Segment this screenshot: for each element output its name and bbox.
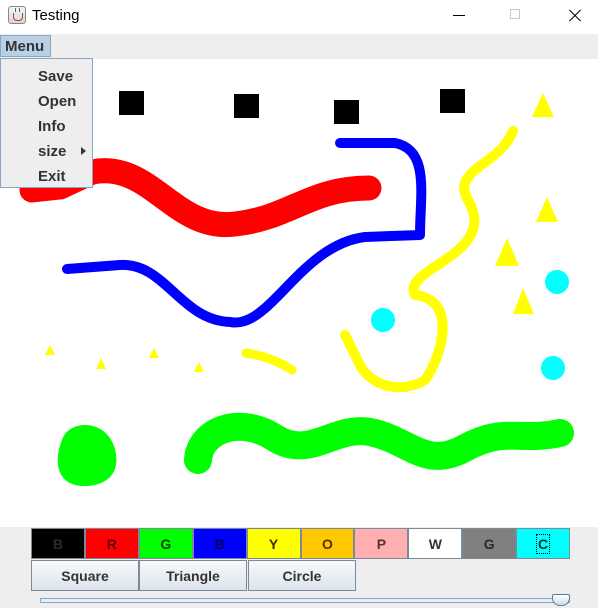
size-slider-thumb[interactable] [552, 594, 570, 606]
color-button-label: B [52, 535, 64, 552]
minimize-icon[interactable] [437, 0, 483, 32]
window-title: Testing [32, 7, 80, 24]
color-button-blue[interactable]: B [192, 528, 247, 559]
color-button-green[interactable]: G [138, 528, 193, 559]
color-button-orange[interactable]: O [300, 528, 355, 559]
color-button-label: C [536, 533, 551, 554]
yellow-triangle [536, 197, 558, 222]
yellow-stroke [241, 348, 297, 375]
menu-item-save[interactable]: Save [38, 68, 73, 88]
close-icon[interactable] [552, 0, 598, 32]
color-button-cyan[interactable]: C [516, 528, 571, 559]
color-palette: B R G B Y O P W G C [31, 528, 571, 559]
menu-bar: Menu [0, 34, 598, 59]
yellow-triangle [532, 93, 554, 117]
menu-item-size[interactable]: size [38, 143, 66, 163]
triangle-button[interactable]: Triangle [139, 560, 247, 591]
color-button-gray[interactable]: G [462, 528, 517, 559]
color-button-label: O [322, 535, 333, 552]
yellow-triangle [513, 288, 534, 314]
menu-item-open[interactable]: Open [38, 93, 76, 113]
yellow-triangle [495, 238, 519, 266]
black-square [234, 94, 259, 118]
color-button-label: G [483, 535, 495, 552]
color-button-black[interactable]: B [31, 528, 85, 559]
color-button-label: R [106, 535, 117, 552]
java-cup-icon [8, 6, 26, 24]
color-button-pink[interactable]: P [354, 528, 409, 559]
yellow-triangle [96, 358, 106, 369]
menu-button[interactable]: Menu [0, 35, 51, 57]
color-button-label: W [428, 535, 442, 552]
yellow-stroke [340, 126, 518, 393]
cyan-circle [545, 270, 569, 294]
yellow-triangle [149, 348, 159, 358]
cyan-circle [541, 356, 565, 380]
black-square [334, 100, 359, 124]
yellow-triangle [194, 362, 204, 372]
color-button-label: G [160, 535, 172, 552]
title-bar: Testing [0, 0, 598, 33]
green-stroke [184, 412, 574, 474]
controls-panel: B R G B Y O P W G C Square Triangle Circ… [0, 527, 598, 608]
yellow-triangle [45, 345, 55, 355]
submenu-arrow-icon [81, 147, 86, 155]
cyan-circle [371, 308, 395, 332]
color-button-yellow[interactable]: Y [246, 528, 301, 559]
menu-item-info[interactable]: Info [38, 118, 66, 138]
color-button-white[interactable]: W [408, 528, 463, 559]
color-button-red[interactable]: R [84, 528, 139, 559]
maximize-icon[interactable] [493, 0, 539, 32]
size-slider-track[interactable] [40, 598, 570, 603]
menu-item-exit[interactable]: Exit [38, 168, 66, 188]
square-button[interactable]: Square [31, 560, 139, 591]
color-button-label: Y [268, 535, 279, 552]
black-square [119, 91, 144, 115]
menu-dropdown: Save Open Info size Exit [0, 58, 93, 188]
black-square [440, 89, 465, 113]
color-button-label: B [214, 535, 225, 552]
circle-button[interactable]: Circle [248, 560, 356, 591]
color-button-label: P [376, 535, 387, 552]
green-blob [57, 424, 117, 486]
